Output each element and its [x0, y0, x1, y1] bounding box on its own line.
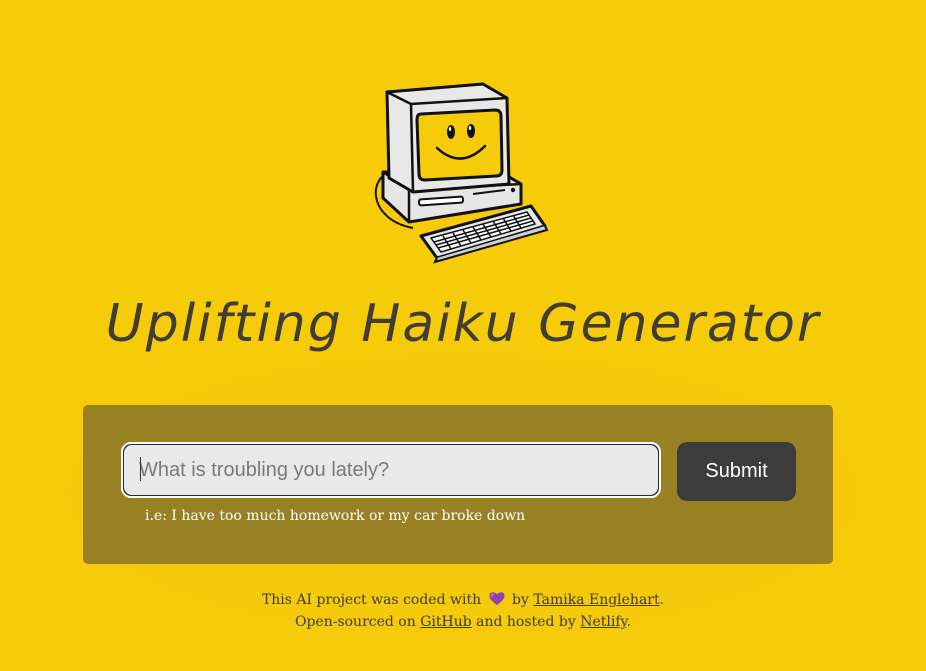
netlify-link[interactable]: Netlify	[580, 614, 626, 630]
footer-period-2: .	[626, 614, 632, 630]
footer-period: .	[659, 592, 665, 608]
submit-button[interactable]: Submit	[677, 442, 796, 501]
smiling-computer-icon	[365, 80, 555, 270]
prompt-input[interactable]	[124, 445, 658, 495]
haiku-form-card: Submit i.e: I have too much homework or …	[83, 405, 833, 564]
footer-hosted-text: and hosted by	[476, 614, 576, 630]
footer-by-text: by	[512, 592, 529, 608]
author-link[interactable]: Tamika Englehart	[533, 592, 659, 608]
page-title: Uplifting Haiku Generator	[105, 294, 821, 354]
github-link[interactable]: GitHub	[420, 614, 471, 630]
prompt-input-frame[interactable]	[121, 442, 661, 498]
footer-credit-text: This AI project was coded with	[261, 592, 482, 608]
purple-heart-icon	[488, 591, 505, 612]
input-hint: i.e: I have too much homework or my car …	[145, 508, 526, 524]
footer-opensource-text: Open-sourced on	[294, 614, 416, 630]
footer: This AI project was coded with by Tamika…	[0, 590, 926, 632]
footer-line-1: This AI project was coded with by Tamika…	[0, 590, 926, 612]
text-caret	[140, 457, 141, 481]
footer-line-2: Open-sourced on GitHub and hosted by Net…	[0, 612, 926, 632]
